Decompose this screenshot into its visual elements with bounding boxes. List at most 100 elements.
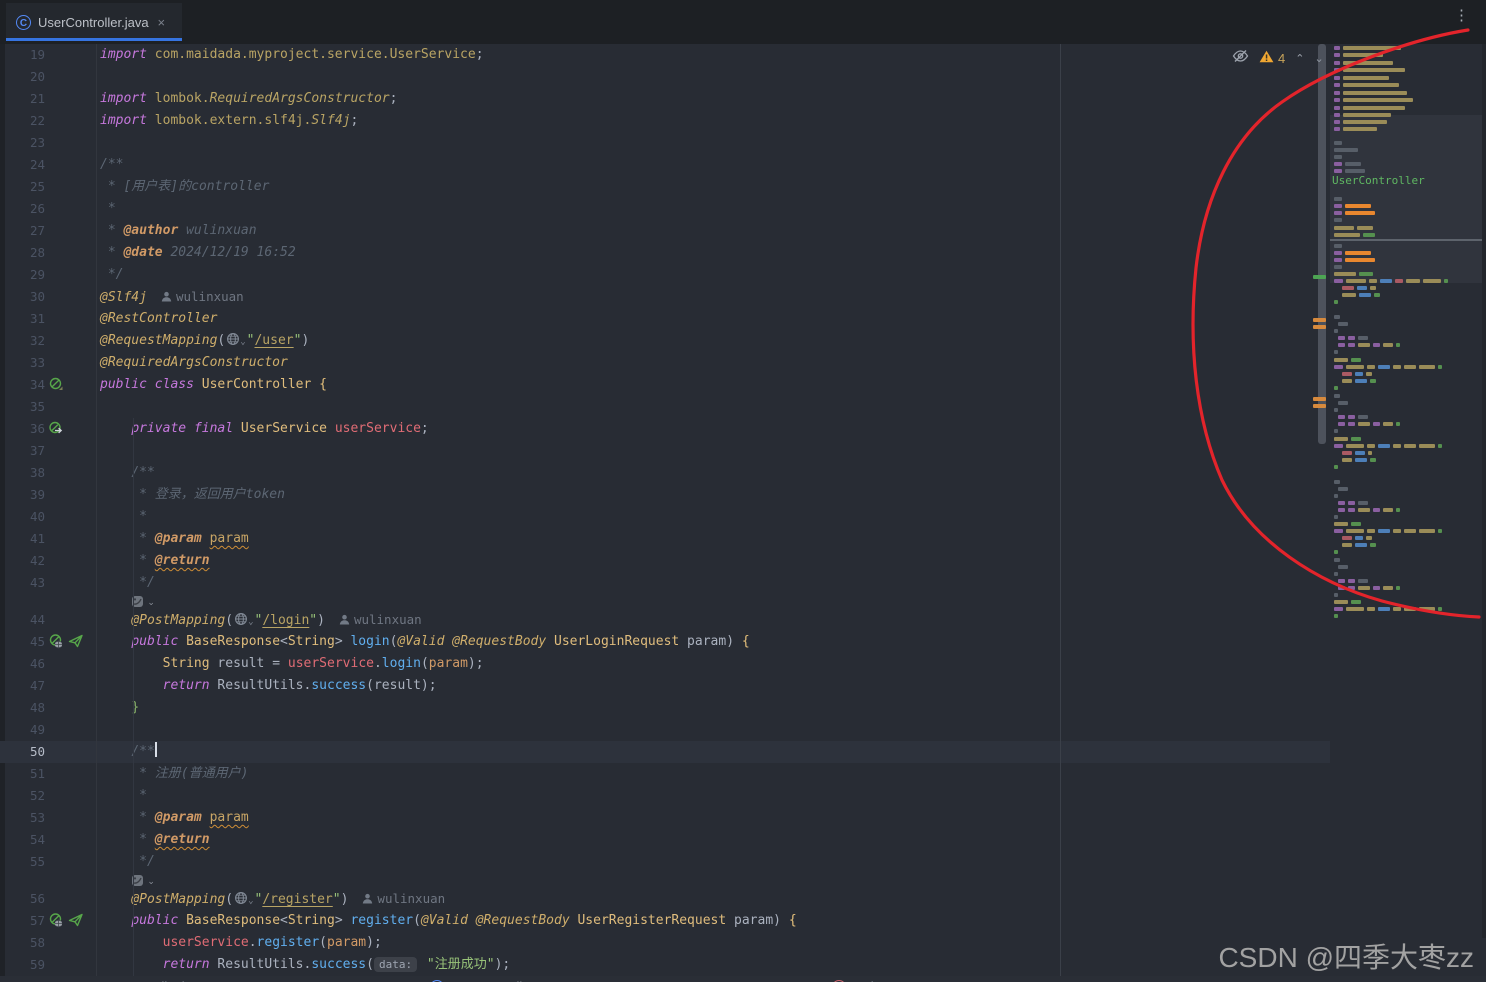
code-text: * @author wulinxuan — [100, 223, 257, 238]
code-line-53[interactable]: 53 * @param param — [0, 807, 1330, 829]
code-line-33[interactable]: 33 @RequiredArgsConstructor — [0, 352, 1330, 374]
code-line-43[interactable]: 43 */ — [0, 572, 1330, 594]
line-number: 29 — [29, 267, 45, 282]
line-number: 20 — [29, 69, 45, 84]
code-line-44[interactable]: 44 @PostMapping(⌄"/login") wulinxuan — [0, 609, 1330, 631]
line-number: 47 — [29, 678, 45, 693]
code-line-37[interactable]: 37 — [0, 440, 1330, 462]
code-text: /** — [131, 742, 157, 759]
code-line-41[interactable]: 41 * @param param — [0, 528, 1330, 550]
code-line-25[interactable]: 25 * [用户表]的controller — [0, 176, 1330, 198]
map-gutter-icon-send-gutter-icon[interactable] — [49, 913, 84, 928]
code-text: @Slf4j wulinxuan — [100, 289, 244, 305]
code-editor[interactable]: 19 import com.maidada.myproject.service.U… — [0, 44, 1486, 982]
line-number: 37 — [29, 443, 45, 458]
line-number: 39 — [29, 487, 45, 502]
code-lines[interactable]: 19 import com.maidada.myproject.service.U… — [0, 44, 1330, 976]
code-line-40[interactable]: 40 * — [0, 506, 1330, 528]
code-line-24[interactable]: 24 /** — [0, 154, 1330, 176]
endpoint-inlay-row[interactable]: ⌄ — [0, 873, 1330, 888]
code-line-47[interactable]: 47 return ResultUtils.success(result); — [0, 675, 1330, 697]
git-author-inlay: wulinxuan — [339, 612, 422, 627]
code-line-30[interactable]: 30 @Slf4j wulinxuan — [0, 286, 1330, 308]
code-text: */ — [100, 267, 124, 282]
code-line-58[interactable]: 58 userService.register(param); — [0, 932, 1330, 954]
code-text: * @param param — [131, 810, 249, 825]
code-line-55[interactable]: 55 */ — [0, 851, 1330, 873]
code-line-54[interactable]: 54 * @return — [0, 829, 1330, 851]
chevron-up-icon[interactable]: ⌃ — [1295, 52, 1304, 65]
code-text: return ResultUtils.success(data: "注册成功")… — [162, 957, 511, 972]
stripe-mark[interactable] — [1313, 325, 1326, 329]
code-line-26[interactable]: 26 * — [0, 198, 1330, 220]
code-text: * [用户表]的controller — [100, 179, 270, 194]
code-line-27[interactable]: 27 * @author wulinxuan — [0, 220, 1330, 242]
line-number: 42 — [29, 553, 45, 568]
code-line-35[interactable]: 35 — [0, 396, 1330, 418]
code-line-36[interactable]: 36 private final UserService userService… — [0, 418, 1330, 440]
tab-close-icon[interactable]: × — [158, 15, 166, 30]
code-line-28[interactable]: 28 * @date 2024/12/19 16:52 — [0, 242, 1330, 264]
minimap[interactable]: UserController — [1310, 0, 1486, 938]
stripe-mark[interactable] — [1313, 318, 1326, 322]
endpoint-inlay-row[interactable]: ⌄ — [0, 594, 1330, 609]
code-text: @RequestMapping(⌄"/user") — [100, 333, 310, 348]
scrollbar-thumb[interactable] — [1318, 44, 1326, 444]
code-line-21[interactable]: 21 import lombok.RequiredArgsConstructor; — [0, 88, 1330, 110]
ide-window: 19 import com.maidada.myproject.service.U… — [0, 0, 1486, 982]
code-text: import lombok.RequiredArgsConstructor; — [100, 91, 398, 106]
code-text: * @return — [131, 553, 210, 568]
parameter-hint-badge: data: — [373, 957, 418, 972]
line-number: 54 — [29, 832, 45, 847]
hard-wrap-guide — [1060, 44, 1061, 982]
code-line-34[interactable]: 34 public class UserController { — [0, 374, 1330, 396]
code-line-20[interactable]: 20 — [0, 66, 1330, 88]
tab-usercontroller[interactable]: C UserController.java × — [6, 3, 182, 41]
code-line-22[interactable]: 22 import lombok.extern.slf4j.Slf4j; — [0, 110, 1330, 132]
code-line-48[interactable]: 48 } — [0, 697, 1330, 719]
map-gutter-icon-send-gutter-icon[interactable] — [49, 634, 84, 649]
code-line-51[interactable]: 51 * 注册(普通用户) — [0, 763, 1330, 785]
indent-guide — [133, 418, 134, 976]
code-line-42[interactable]: 42 * @return — [0, 550, 1330, 572]
code-text: */ — [131, 575, 155, 590]
code-line-32[interactable]: 32 @RequestMapping(⌄"/user") — [0, 330, 1330, 352]
minimap-right-edge — [1482, 0, 1486, 938]
code-line-50[interactable]: 50 /** — [0, 741, 1330, 763]
stripe-mark[interactable] — [1313, 397, 1326, 401]
warning-triangle-icon[interactable] — [1259, 50, 1274, 68]
code-line-56[interactable]: 56 @PostMapping(⌄"/register") wulinxuan — [0, 888, 1330, 910]
line-number: 41 — [29, 531, 45, 546]
stripe-mark[interactable] — [1313, 404, 1326, 408]
git-author-inlay: wulinxuan — [362, 891, 445, 906]
code-text: * — [131, 788, 147, 803]
more-options-icon[interactable]: ⋮ — [1454, 8, 1469, 23]
breadcrumbs-bar[interactable]: UserController.javaCUserControllermregis… — [0, 976, 1486, 982]
code-line-23[interactable]: 23 — [0, 132, 1330, 154]
code-line-39[interactable]: 39 * 登录，返回用户token — [0, 484, 1330, 506]
code-line-52[interactable]: 52 * — [0, 785, 1330, 807]
code-line-38[interactable]: 38 /** — [0, 462, 1330, 484]
line-number: 58 — [29, 935, 45, 950]
code-line-29[interactable]: 29 */ — [0, 264, 1330, 286]
code-line-57[interactable]: 57 public BaseResponse<String> register(… — [0, 910, 1330, 932]
wire-gutter-icon[interactable] — [49, 421, 65, 435]
code-line-59[interactable]: 59 return ResultUtils.success(data: "注册成… — [0, 954, 1330, 976]
no-highlight-eye-icon[interactable] — [1232, 49, 1249, 68]
line-number: 31 — [29, 311, 45, 326]
code-line-45[interactable]: 45 public BaseResponse<String> login(@Va… — [0, 631, 1330, 653]
java-class-icon: C — [16, 14, 31, 30]
line-number: 32 — [29, 333, 45, 348]
code-text: String result = userService.login(param)… — [162, 656, 484, 671]
code-line-19[interactable]: 19 import com.maidada.myproject.service.U… — [0, 44, 1330, 66]
code-line-49[interactable]: 49 — [0, 719, 1330, 741]
line-number: 21 — [29, 91, 45, 106]
line-number: 27 — [29, 223, 45, 238]
bean-gutter-icon[interactable] — [49, 377, 63, 391]
stripe-mark[interactable] — [1313, 275, 1326, 279]
code-text: * @param param — [131, 531, 249, 546]
code-line-46[interactable]: 46 String result = userService.login(par… — [0, 653, 1330, 675]
minimap-viewport-2[interactable] — [1330, 241, 1482, 283]
csdn-watermark: CSDN @四季大枣zz — [1218, 942, 1474, 973]
code-line-31[interactable]: 31 @RestController — [0, 308, 1330, 330]
